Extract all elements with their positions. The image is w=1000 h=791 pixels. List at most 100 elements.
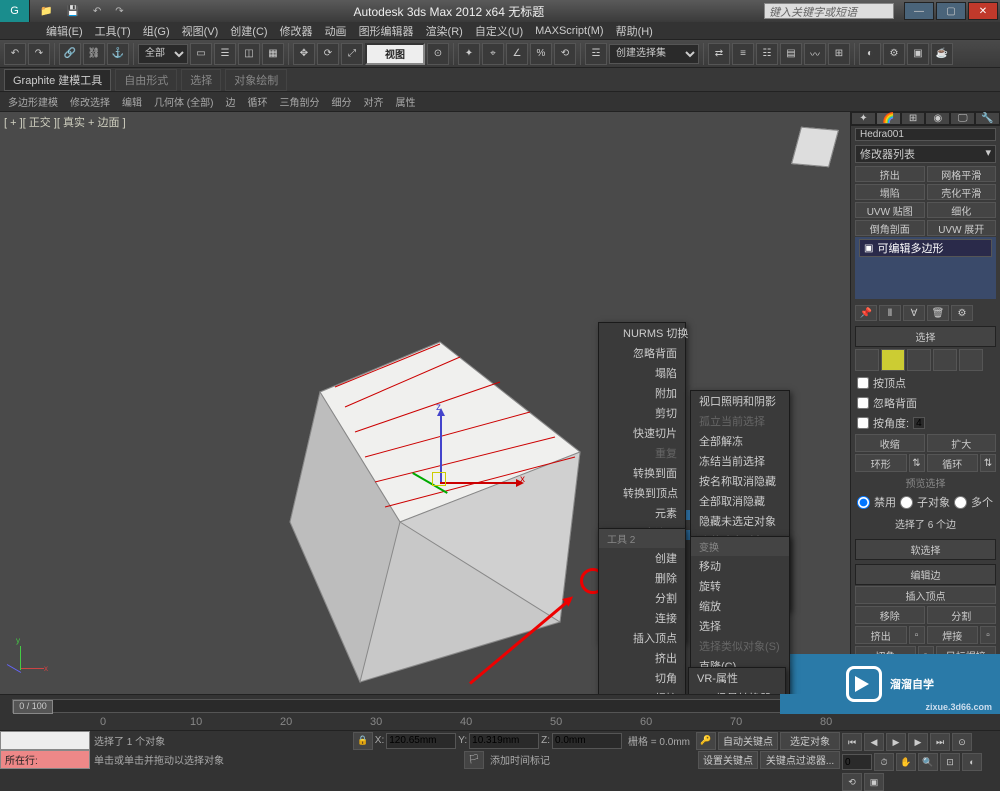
mirror-icon[interactable]: ⇄: [708, 43, 730, 65]
align-icon[interactable]: ≡: [732, 43, 754, 65]
ctx-rotate[interactable]: 旋转: [691, 576, 789, 596]
vp-maximize-icon[interactable]: ▣: [864, 773, 884, 791]
stack-show-icon[interactable]: Ⅱ: [879, 305, 901, 321]
tag-icon[interactable]: 🏳: [464, 751, 484, 769]
ctx-element[interactable]: 元素: [599, 503, 685, 523]
time-config-icon[interactable]: ⏱: [874, 753, 894, 771]
prev-frame-icon[interactable]: ◀: [864, 733, 884, 751]
lock-icon[interactable]: 🔒: [353, 732, 373, 750]
qat-redo-icon[interactable]: ↷: [109, 6, 129, 17]
ctx-vrconverter[interactable]: VR-场景转换器: [689, 688, 785, 694]
btn-uvwunwrap[interactable]: UVW 展开: [927, 220, 997, 236]
panel-tab-display-icon[interactable]: 🖵: [950, 112, 975, 125]
stack-config-icon[interactable]: ⚙: [951, 305, 973, 321]
subsel-element-icon[interactable]: [959, 349, 983, 371]
extrude-settings-icon[interactable]: ▫: [909, 626, 925, 644]
object-name-field[interactable]: Hedra001: [855, 128, 996, 141]
menu-customize[interactable]: 自定义(U): [469, 23, 529, 39]
ctx-cut[interactable]: 剪切: [599, 403, 685, 423]
btn-bevelprofile[interactable]: 倒角剖面: [855, 220, 925, 236]
panel-tab-utility-icon[interactable]: 🔧: [975, 112, 1000, 125]
menu-modifiers[interactable]: 修改器: [274, 23, 319, 39]
ctx-freezesel[interactable]: 冻结当前选择: [691, 451, 789, 471]
radio-multi[interactable]: [954, 496, 967, 509]
rotate-icon[interactable]: ⟳: [317, 43, 339, 65]
ctx-quickslice[interactable]: 快速切片: [599, 423, 685, 443]
menu-animation[interactable]: 动画: [319, 23, 353, 39]
render-frame-icon[interactable]: ▣: [907, 43, 929, 65]
ctx-nurms[interactable]: NURMS 切换: [599, 323, 685, 343]
ctx-extrude[interactable]: 挤出: [599, 648, 685, 668]
btn-uvwmap[interactable]: UVW 贴图: [855, 202, 925, 218]
help-search-input[interactable]: 键入关键字或短语: [764, 3, 894, 19]
script-line-label[interactable]: 所在行:: [0, 750, 90, 769]
vp-zoomext-icon[interactable]: ⊡: [940, 753, 960, 771]
bind-icon[interactable]: ⚓: [107, 43, 129, 65]
ctx-convvert[interactable]: 转换到顶点: [599, 483, 685, 503]
panel-tab-create-icon[interactable]: ✦: [851, 112, 876, 125]
panel-tab-modify-icon[interactable]: 🌈: [876, 112, 901, 125]
ctx-move[interactable]: 移动: [691, 556, 789, 576]
rollout-editedge[interactable]: 编辑边: [855, 564, 996, 585]
keyfilter-button[interactable]: 关键点过滤器...: [760, 751, 840, 769]
pivotcenter-icon[interactable]: ⊙: [427, 43, 449, 65]
redo-icon[interactable]: ↷: [28, 43, 50, 65]
ctx-scale[interactable]: 缩放: [691, 596, 789, 616]
angle-snap-icon[interactable]: ∠: [506, 43, 528, 65]
graphite-tab-paint[interactable]: 对象绘制: [225, 69, 287, 91]
ctx-unhideall[interactable]: 全部取消隐藏: [691, 491, 789, 511]
ctx-hideunsel[interactable]: 隐藏未选定对象: [691, 511, 789, 531]
viewcube[interactable]: [790, 120, 840, 170]
unlink-icon[interactable]: ⛓: [83, 43, 105, 65]
ctx-vplight[interactable]: 视口照明和阴影: [691, 391, 789, 411]
check-ignorebackface[interactable]: [857, 397, 869, 409]
select-icon[interactable]: ▭: [190, 43, 212, 65]
stack-delete-icon[interactable]: 🗑: [927, 305, 949, 321]
frame-field[interactable]: [842, 754, 872, 770]
viewport-label[interactable]: [ + ][ 正交 ][ 真实 + 边面 ]: [4, 114, 126, 130]
selected-button[interactable]: 选定对象: [780, 732, 840, 750]
manipulate-icon[interactable]: ✦: [458, 43, 480, 65]
btn-insertvertex[interactable]: 插入顶点: [855, 586, 996, 604]
script-listener[interactable]: [0, 731, 90, 750]
scale-icon[interactable]: ⤢: [341, 43, 363, 65]
btn-extrude2[interactable]: 挤出: [855, 626, 907, 644]
subsel-edge-icon[interactable]: [881, 349, 905, 371]
key-icon[interactable]: 🔑: [696, 732, 716, 750]
addtag-label[interactable]: 添加时间标记: [486, 752, 554, 767]
next-frame-icon[interactable]: ▶: [908, 733, 928, 751]
ribbon-align[interactable]: 对齐: [359, 94, 387, 109]
menu-group[interactable]: 组(G): [137, 23, 176, 39]
window-crossing-icon[interactable]: ▦: [262, 43, 284, 65]
btn-meshsmooth[interactable]: 网格平滑: [927, 166, 997, 182]
btn-split2[interactable]: 分割: [927, 606, 997, 624]
ctx-repeat[interactable]: 重复: [599, 443, 685, 463]
time-track[interactable]: 0 / 100: [12, 699, 850, 713]
btn-extrude[interactable]: 挤出: [855, 166, 925, 182]
viewport[interactable]: [ + ][ 正交 ][ 真实 + 边面 ] x z: [0, 112, 850, 694]
ribbon-props[interactable]: 属性: [391, 94, 419, 109]
ctx-convface[interactable]: 转换到面: [599, 463, 685, 483]
graphite-title[interactable]: Graphite 建模工具: [4, 69, 111, 91]
modifier-stack-item[interactable]: ▣ 可编辑多边形: [859, 239, 992, 257]
ctx-insertvert[interactable]: 插入顶点: [599, 628, 685, 648]
menu-maxscript[interactable]: MAXScript(M): [529, 25, 609, 37]
schematic-icon[interactable]: ⊞: [828, 43, 850, 65]
vp-fov-icon[interactable]: ◐: [962, 753, 982, 771]
select-region-icon[interactable]: ◫: [238, 43, 260, 65]
btn-weld2[interactable]: 焊接: [927, 626, 979, 644]
stack-pin-icon[interactable]: 📌: [855, 305, 877, 321]
btn-shellsmooth[interactable]: 壳化平滑: [927, 184, 997, 200]
close-button[interactable]: ✕: [968, 2, 998, 20]
goto-start-icon[interactable]: ⏮: [842, 733, 862, 751]
btn-collapse[interactable]: 塌陷: [855, 184, 925, 200]
ring-spinner-icon[interactable]: ⇅: [909, 454, 925, 472]
ctx-create[interactable]: 创建: [599, 548, 685, 568]
weld-settings-icon[interactable]: ▫: [980, 626, 996, 644]
loop-spinner-icon[interactable]: ⇅: [980, 454, 996, 472]
snap-icon[interactable]: ⌖: [482, 43, 504, 65]
check-byangle[interactable]: [857, 417, 869, 429]
menu-tools[interactable]: 工具(T): [89, 23, 137, 39]
vp-orbit-icon[interactable]: ⟲: [842, 773, 862, 791]
autokey-button[interactable]: 自动关键点: [718, 732, 778, 750]
